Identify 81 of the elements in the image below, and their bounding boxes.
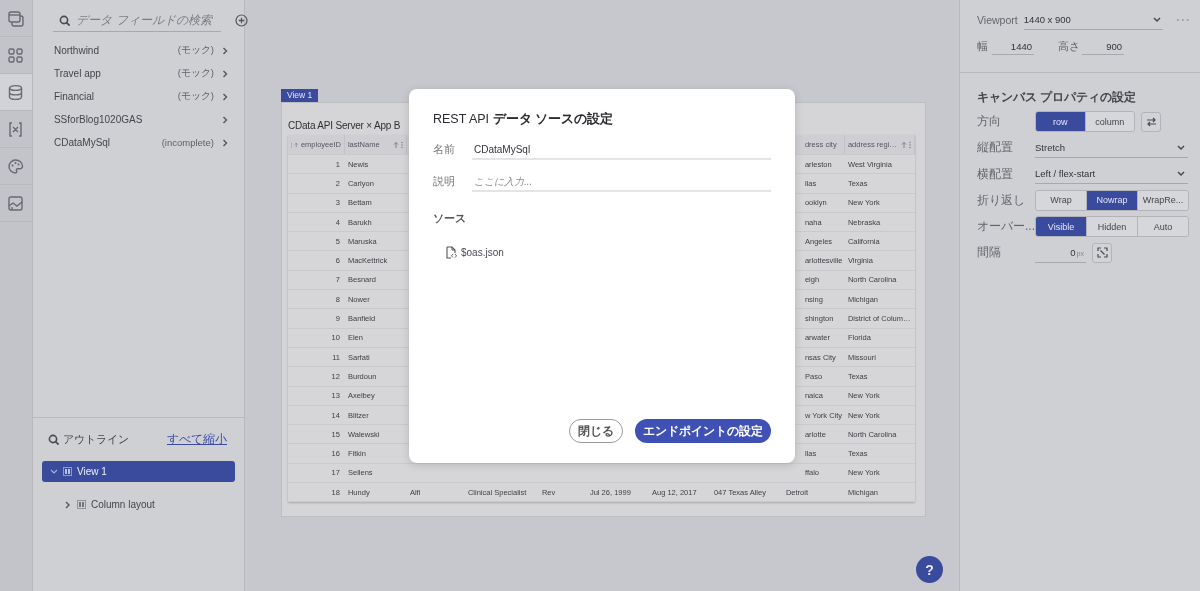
swap-button[interactable]	[1141, 111, 1161, 132]
outline-item[interactable]: View 1	[41, 461, 235, 482]
field-label: 横配置	[977, 165, 1014, 183]
source-status: (incomplete)	[161, 137, 214, 148]
segment-button[interactable]: Nowrap	[1087, 190, 1138, 210]
segment-button[interactable]: row	[1036, 112, 1086, 131]
broken-link-icon	[1096, 247, 1108, 259]
field-label: 折り返し	[977, 191, 1026, 209]
windows-icon	[7, 9, 25, 27]
segment-button[interactable]: column	[1085, 112, 1134, 131]
layout-icon	[76, 500, 86, 509]
field-label: オーバー...	[977, 218, 1035, 236]
chevron-down-icon[interactable]	[49, 467, 58, 476]
data-source-item[interactable]: SSforBlog1020GAS	[32, 108, 244, 131]
chevron-down-icon	[1177, 170, 1185, 178]
search-icon	[47, 433, 59, 445]
data-source-item[interactable]: Financial (モック)	[32, 85, 244, 108]
file-code-icon	[445, 246, 457, 259]
grid-icon	[7, 46, 25, 64]
source-name: Travel app	[53, 68, 102, 79]
outline-title: アウトライン	[62, 431, 129, 447]
collapse-all-link[interactable]: すべて縮小	[166, 431, 227, 447]
search-field[interactable]: データ フィールドの検索	[52, 9, 221, 32]
segment-button[interactable]: Visible	[1036, 217, 1087, 237]
source-file-item[interactable]: $oas.json	[445, 246, 504, 259]
field-label: 高さ	[1058, 40, 1081, 54]
dropdown[interactable]: Stretch	[1035, 137, 1188, 158]
field-label: 幅	[977, 40, 989, 54]
segment-button[interactable]: WrapRe...	[1138, 190, 1188, 210]
section-title: キャンバス プロパティの設定	[977, 89, 1138, 106]
section-heading: ソース	[433, 212, 467, 226]
source-status: (モック)	[177, 67, 214, 80]
database-icon	[7, 83, 25, 101]
field-label: 方向	[977, 113, 1002, 130]
field-label: 縦配置	[977, 139, 1014, 157]
input-field[interactable]: 900	[1082, 39, 1124, 55]
layout-icon	[62, 467, 72, 476]
unlink-button[interactable]	[1092, 243, 1112, 263]
chevron-down-icon	[1177, 143, 1185, 151]
dropdown[interactable]: Left / flex-start	[1035, 164, 1188, 185]
field-label: Viewport	[977, 14, 1019, 26]
outline-item[interactable]: Column layout	[41, 494, 235, 515]
sort-icon[interactable]	[900, 140, 907, 149]
view-tab[interactable]: View 1	[280, 89, 319, 102]
source-name: Financial	[53, 91, 95, 102]
variable-icon	[7, 120, 25, 138]
source-name: SSforBlog1020GAS	[53, 114, 144, 125]
input-field[interactable]: 1440	[992, 39, 1034, 55]
palette-icon	[7, 157, 25, 175]
search-icon	[58, 14, 70, 26]
image-icon	[7, 194, 25, 212]
chevron-down-icon	[1153, 16, 1162, 23]
viewport-select[interactable]: 1440 x 900	[1023, 10, 1164, 30]
field-label: 説明	[433, 175, 456, 189]
help-button[interactable]: ?	[916, 556, 943, 583]
dialog-title: REST API データ ソースの設定	[433, 111, 614, 128]
field-label: 間隔	[977, 244, 1002, 262]
source-name: CDataMySql	[53, 137, 112, 148]
data-source-item[interactable]: Travel app (モック)	[32, 62, 244, 85]
chevron-right-icon	[221, 46, 228, 55]
data-source-item[interactable]: CDataMySql (incomplete)	[32, 131, 244, 154]
swap-icon	[1145, 116, 1157, 127]
segment-button[interactable]: Wrap	[1036, 190, 1087, 210]
field-label: 名前	[433, 143, 456, 157]
chevron-right-icon	[221, 115, 228, 124]
source-status: (モック)	[177, 44, 214, 57]
sort-icon[interactable]	[294, 140, 299, 149]
close-button[interactable]: 閉じる	[569, 419, 623, 443]
chevron-right-icon	[221, 92, 228, 101]
chevron-right-icon	[221, 69, 228, 78]
sort-icon[interactable]	[392, 140, 399, 149]
segment-button[interactable]: Hidden	[1087, 217, 1138, 237]
segment-button[interactable]: Auto	[1138, 217, 1188, 237]
setup-endpoint-button[interactable]: エンドポイントの設定	[635, 419, 771, 443]
chevron-right-icon[interactable]	[63, 500, 72, 509]
add-icon[interactable]	[234, 14, 248, 27]
chevron-right-icon	[221, 138, 228, 147]
source-name: Northwind	[53, 45, 100, 56]
source-status: (モック)	[177, 90, 214, 103]
canvas-title: CData API Server × App B	[287, 120, 401, 131]
data-source-item[interactable]: Northwind (モック)	[32, 39, 244, 62]
